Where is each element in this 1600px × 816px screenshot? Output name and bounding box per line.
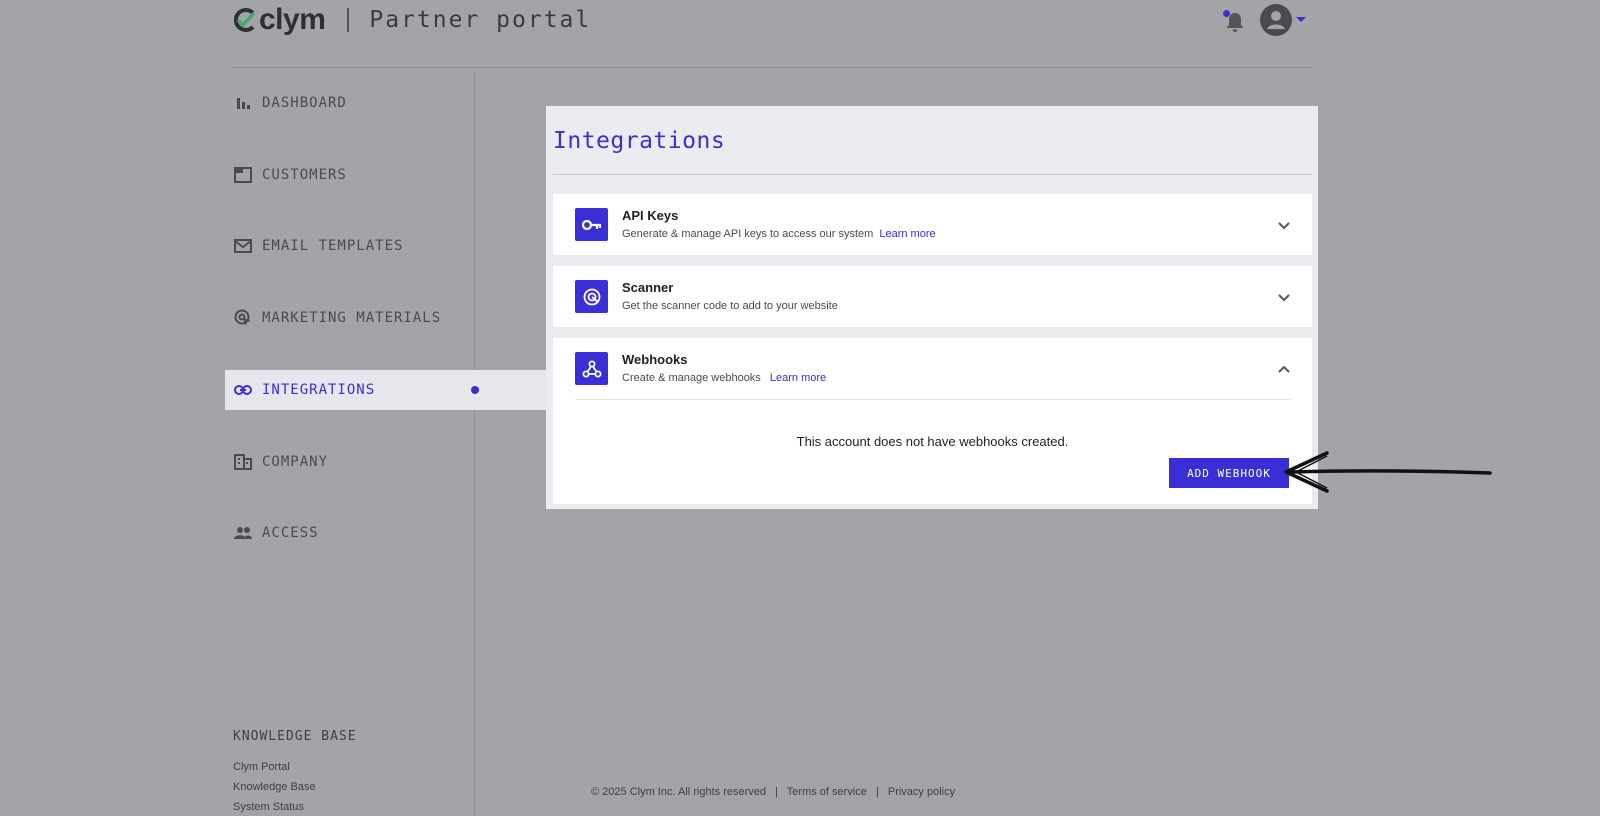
- footer-separator: |: [875, 786, 879, 798]
- sidebar-item-customers[interactable]: CUSTOMERS: [225, 155, 475, 195]
- title-divider: [553, 174, 1312, 175]
- page-title: Integrations: [553, 128, 726, 154]
- knowledge-base-title: KNOWLEDGE BASE: [233, 729, 357, 744]
- card-description: Get the scanner code to add to your webs…: [622, 300, 838, 312]
- portal-title: Partner portal: [369, 7, 592, 33]
- annotation-arrow-icon: [1284, 451, 1492, 493]
- sidebar-item-label: ACCESS: [262, 525, 319, 541]
- empty-state-message: This account does not have webhooks crea…: [796, 434, 1069, 449]
- sidebar-item-label: CUSTOMERS: [262, 167, 347, 183]
- privacy-link[interactable]: Privacy policy: [888, 786, 955, 798]
- card-description: Create & manage webhooks Learn more: [622, 372, 826, 384]
- scan-icon: [575, 280, 608, 313]
- caret-down-icon[interactable]: [1296, 17, 1306, 22]
- footer: © 2025 Clym Inc. All rights reserved | T…: [591, 786, 955, 798]
- card-title: Scanner: [622, 280, 674, 295]
- account-icon[interactable]: [1260, 4, 1292, 36]
- sidebar-item-dashboard[interactable]: DASHBOARD: [225, 83, 475, 123]
- add-webhook-button[interactable]: ADD WEBHOOK: [1169, 458, 1289, 488]
- integrations-panel: Integrations API Keys Generate & manage …: [546, 106, 1318, 509]
- chevron-up-icon[interactable]: [1277, 362, 1291, 376]
- clym-logo-icon: [233, 8, 256, 32]
- card-description-text: Generate & manage API keys to access our…: [622, 228, 874, 240]
- chevron-down-icon[interactable]: [1277, 218, 1291, 232]
- sidebar-item-label: MARKETING MATERIALS: [262, 310, 442, 326]
- active-indicator: [471, 386, 479, 394]
- learn-more-link[interactable]: Learn more: [770, 372, 826, 384]
- footer-copyright: © 2025 Clym Inc. All rights reserved: [591, 786, 767, 798]
- sidebar-item-email-templates[interactable]: EMAIL TEMPLATES: [225, 226, 475, 266]
- window-icon: [233, 165, 253, 185]
- card-title: API Keys: [622, 208, 679, 223]
- webhook-icon: [575, 352, 608, 385]
- sidebar-item-company[interactable]: COMPANY: [225, 442, 475, 482]
- sidebar-item-label: DASHBOARD: [262, 95, 347, 111]
- target-cursor-icon: [233, 308, 253, 328]
- learn-more-link[interactable]: Learn more: [879, 228, 935, 240]
- app-header: clym Partner portal: [233, 0, 1313, 68]
- logo-text: clym: [259, 3, 326, 36]
- card-divider: [575, 399, 1291, 400]
- card-description-text: Create & manage webhooks: [622, 372, 761, 384]
- bell-icon[interactable]: [1225, 11, 1245, 33]
- sidebar-item-label: INTEGRATIONS: [262, 382, 376, 398]
- footer-separator: |: [775, 786, 778, 798]
- sidebar-item-label: COMPANY: [262, 454, 329, 470]
- sidebar-item-access[interactable]: ACCESS: [225, 513, 475, 553]
- kb-link-knowledge-base[interactable]: Knowledge Base: [233, 781, 316, 793]
- terms-link[interactable]: Terms of service: [787, 786, 867, 798]
- logo-separator: [347, 8, 350, 32]
- people-icon: [233, 523, 253, 543]
- card-description-text: Get the scanner code to add to your webs…: [622, 300, 838, 312]
- card-description: Generate & manage API keys to access our…: [622, 228, 936, 240]
- card-title: Webhooks: [622, 352, 688, 367]
- kb-link-clym-portal[interactable]: Clym Portal: [233, 761, 290, 773]
- mail-icon: [233, 236, 253, 256]
- key-icon: [575, 208, 608, 241]
- bar-chart-icon: [233, 93, 253, 113]
- kb-link-system-status[interactable]: System Status: [233, 801, 304, 813]
- building-icon: [233, 452, 253, 472]
- chevron-down-icon[interactable]: [1277, 290, 1291, 304]
- sidebar-item-marketing-materials[interactable]: MARKETING MATERIALS: [225, 298, 475, 338]
- clym-logo[interactable]: clym Partner portal: [233, 4, 591, 36]
- scanner-card[interactable]: Scanner Get the scanner code to add to y…: [553, 266, 1312, 327]
- sidebar-item-label: EMAIL TEMPLATES: [262, 238, 404, 254]
- sidebar-item-integrations[interactable]: INTEGRATIONS: [225, 370, 547, 410]
- webhooks-card[interactable]: Webhooks Create & manage webhooks Learn …: [553, 338, 1312, 504]
- link-icon: [233, 380, 253, 400]
- api-keys-card[interactable]: API Keys Generate & manage API keys to a…: [553, 194, 1312, 255]
